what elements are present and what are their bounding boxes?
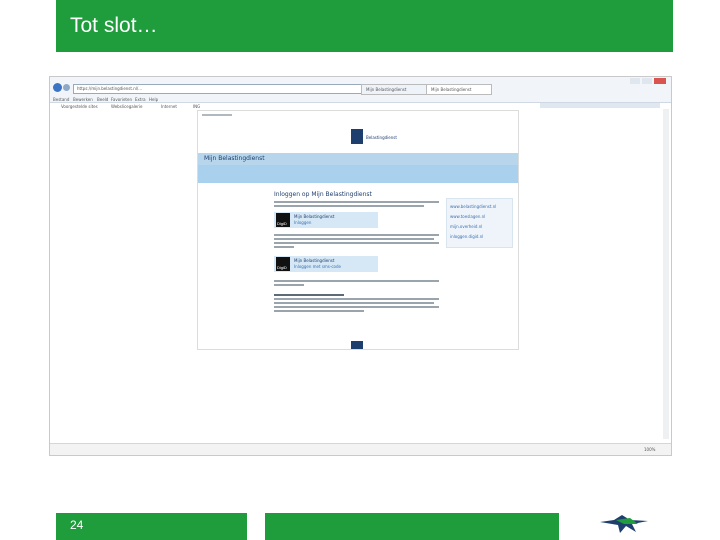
- maximize-icon[interactable]: [642, 78, 652, 84]
- side-link[interactable]: inloggen.digid.nl: [450, 234, 483, 239]
- body-text: [274, 306, 439, 308]
- minimize-icon[interactable]: [630, 78, 640, 84]
- menu-help[interactable]: Help: [149, 97, 158, 102]
- scrollbar[interactable]: [663, 109, 669, 439]
- forward-button-icon[interactable]: [63, 84, 70, 91]
- body-text: [274, 238, 434, 240]
- tab-label: Mijn Belastingdienst: [431, 87, 472, 92]
- intro-text: [274, 205, 424, 207]
- favorites-bar: Voorgestelde sites Webslicegalerie Inter…: [53, 104, 233, 109]
- body-text: [274, 302, 434, 304]
- digid-label: DigiD: [277, 265, 287, 270]
- favorite-link[interactable]: Webslicegalerie: [111, 104, 142, 109]
- slide-title: Tot slot…: [70, 14, 158, 37]
- side-link[interactable]: mijn.overheid.nl: [450, 224, 482, 229]
- option-title: Mijn Belastingdienst: [294, 214, 335, 219]
- section-heading: [274, 294, 344, 296]
- body-text: [274, 298, 439, 300]
- digid-logo-icon: DigiD: [276, 257, 290, 271]
- address-text: https://mijn.belastingdienst.nl/...: [77, 86, 143, 91]
- option-link[interactable]: Inloggen met sms-code: [294, 264, 341, 269]
- tab-label: Mijn Belastingdienst: [366, 87, 407, 92]
- login-heading: Inloggen op Mijn Belastingdienst: [274, 191, 372, 198]
- option-title: Mijn Belastingdienst: [294, 258, 335, 263]
- zoom-level[interactable]: 100%: [644, 447, 655, 452]
- side-link[interactable]: www.toeslagen.nl: [450, 214, 485, 219]
- page-blue-band: [198, 165, 518, 183]
- browser-tab-2[interactable]: Mijn Belastingdienst: [426, 84, 492, 95]
- menu-view[interactable]: Beeld: [97, 97, 108, 102]
- footer-bar-left: [56, 513, 247, 540]
- page-title: Mijn Belastingdienst: [204, 155, 265, 162]
- menu-file[interactable]: Bestand: [53, 97, 69, 102]
- slide-number: 24: [70, 518, 84, 532]
- close-icon[interactable]: [654, 78, 666, 84]
- menu-edit[interactable]: Bewerken: [73, 97, 93, 102]
- body-text: [274, 242, 439, 244]
- intro-text: [274, 201, 439, 203]
- body-text: [274, 310, 364, 312]
- page-breadcrumb: [202, 114, 232, 116]
- belastingdienst-logo-icon: [351, 129, 363, 144]
- logo-text: Belastingdienst: [366, 135, 397, 140]
- window-controls: [630, 78, 668, 85]
- page-title-banner: Mijn Belastingdienst: [198, 153, 518, 165]
- footer-tab: [351, 341, 363, 349]
- body-text: [274, 280, 439, 282]
- footer-bar-right: [265, 513, 559, 540]
- menu-bar: Bestand Bewerken Beeld Favorieten Extra …: [53, 97, 173, 102]
- status-bar: 100%: [50, 443, 671, 455]
- command-bar: [540, 103, 660, 108]
- favorite-link[interactable]: Internet: [161, 104, 177, 109]
- menu-tools[interactable]: Extra: [135, 97, 146, 102]
- browser-tab-1[interactable]: Mijn Belastingdienst: [361, 84, 427, 95]
- login-option-2[interactable]: DigiD Mijn Belastingdienst Inloggen met …: [274, 256, 378, 272]
- body-text: [274, 234, 439, 236]
- footer-logo-icon: [600, 515, 648, 533]
- login-option-1[interactable]: DigiD Mijn Belastingdienst Inloggen: [274, 212, 378, 228]
- side-links-box: www.belastingdienst.nl www.toeslagen.nl …: [446, 198, 513, 248]
- favorite-link[interactable]: ING: [193, 104, 200, 109]
- back-button-icon[interactable]: [53, 83, 62, 92]
- body-text: [274, 246, 294, 248]
- option-link[interactable]: Inloggen: [294, 220, 311, 225]
- digid-logo-icon: DigiD: [276, 213, 290, 227]
- address-bar[interactable]: https://mijn.belastingdienst.nl/...: [73, 84, 380, 94]
- menu-favorites[interactable]: Favorieten: [111, 97, 132, 102]
- web-page: Belastingdienst Mijn Belastingdienst Inl…: [197, 110, 519, 350]
- body-text: [274, 284, 304, 286]
- digid-label: DigiD: [277, 221, 287, 226]
- side-link[interactable]: www.belastingdienst.nl: [450, 204, 496, 209]
- favorite-link[interactable]: Voorgestelde sites: [61, 104, 98, 109]
- browser-screenshot: https://mijn.belastingdienst.nl/... Mijn…: [49, 76, 672, 456]
